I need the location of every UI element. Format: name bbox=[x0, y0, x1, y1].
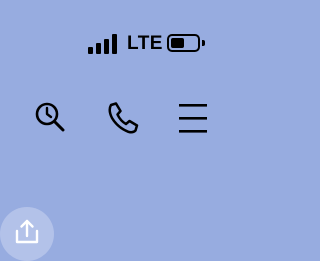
battery-terminal bbox=[202, 40, 205, 46]
search-history-button[interactable] bbox=[32, 98, 72, 138]
signal-bar-3 bbox=[104, 39, 109, 54]
share-upload-icon bbox=[15, 219, 39, 244]
toolbar bbox=[0, 98, 240, 140]
battery-level-fill bbox=[171, 38, 184, 48]
phone-icon bbox=[108, 102, 139, 134]
battery-icon bbox=[167, 34, 205, 52]
signal-bar-2 bbox=[96, 43, 101, 54]
share-fab[interactable] bbox=[0, 207, 54, 261]
network-type-label: LTE bbox=[127, 33, 163, 54]
phone-button[interactable] bbox=[102, 98, 142, 138]
signal-bar-4 bbox=[112, 34, 117, 54]
search-clock-icon bbox=[35, 102, 65, 132]
status-bar: LTE bbox=[88, 30, 218, 56]
signal-bar-1 bbox=[88, 47, 93, 54]
hamburger-menu-icon bbox=[179, 104, 207, 133]
signal-strength-icon bbox=[88, 34, 122, 54]
menu-button[interactable] bbox=[172, 98, 212, 138]
